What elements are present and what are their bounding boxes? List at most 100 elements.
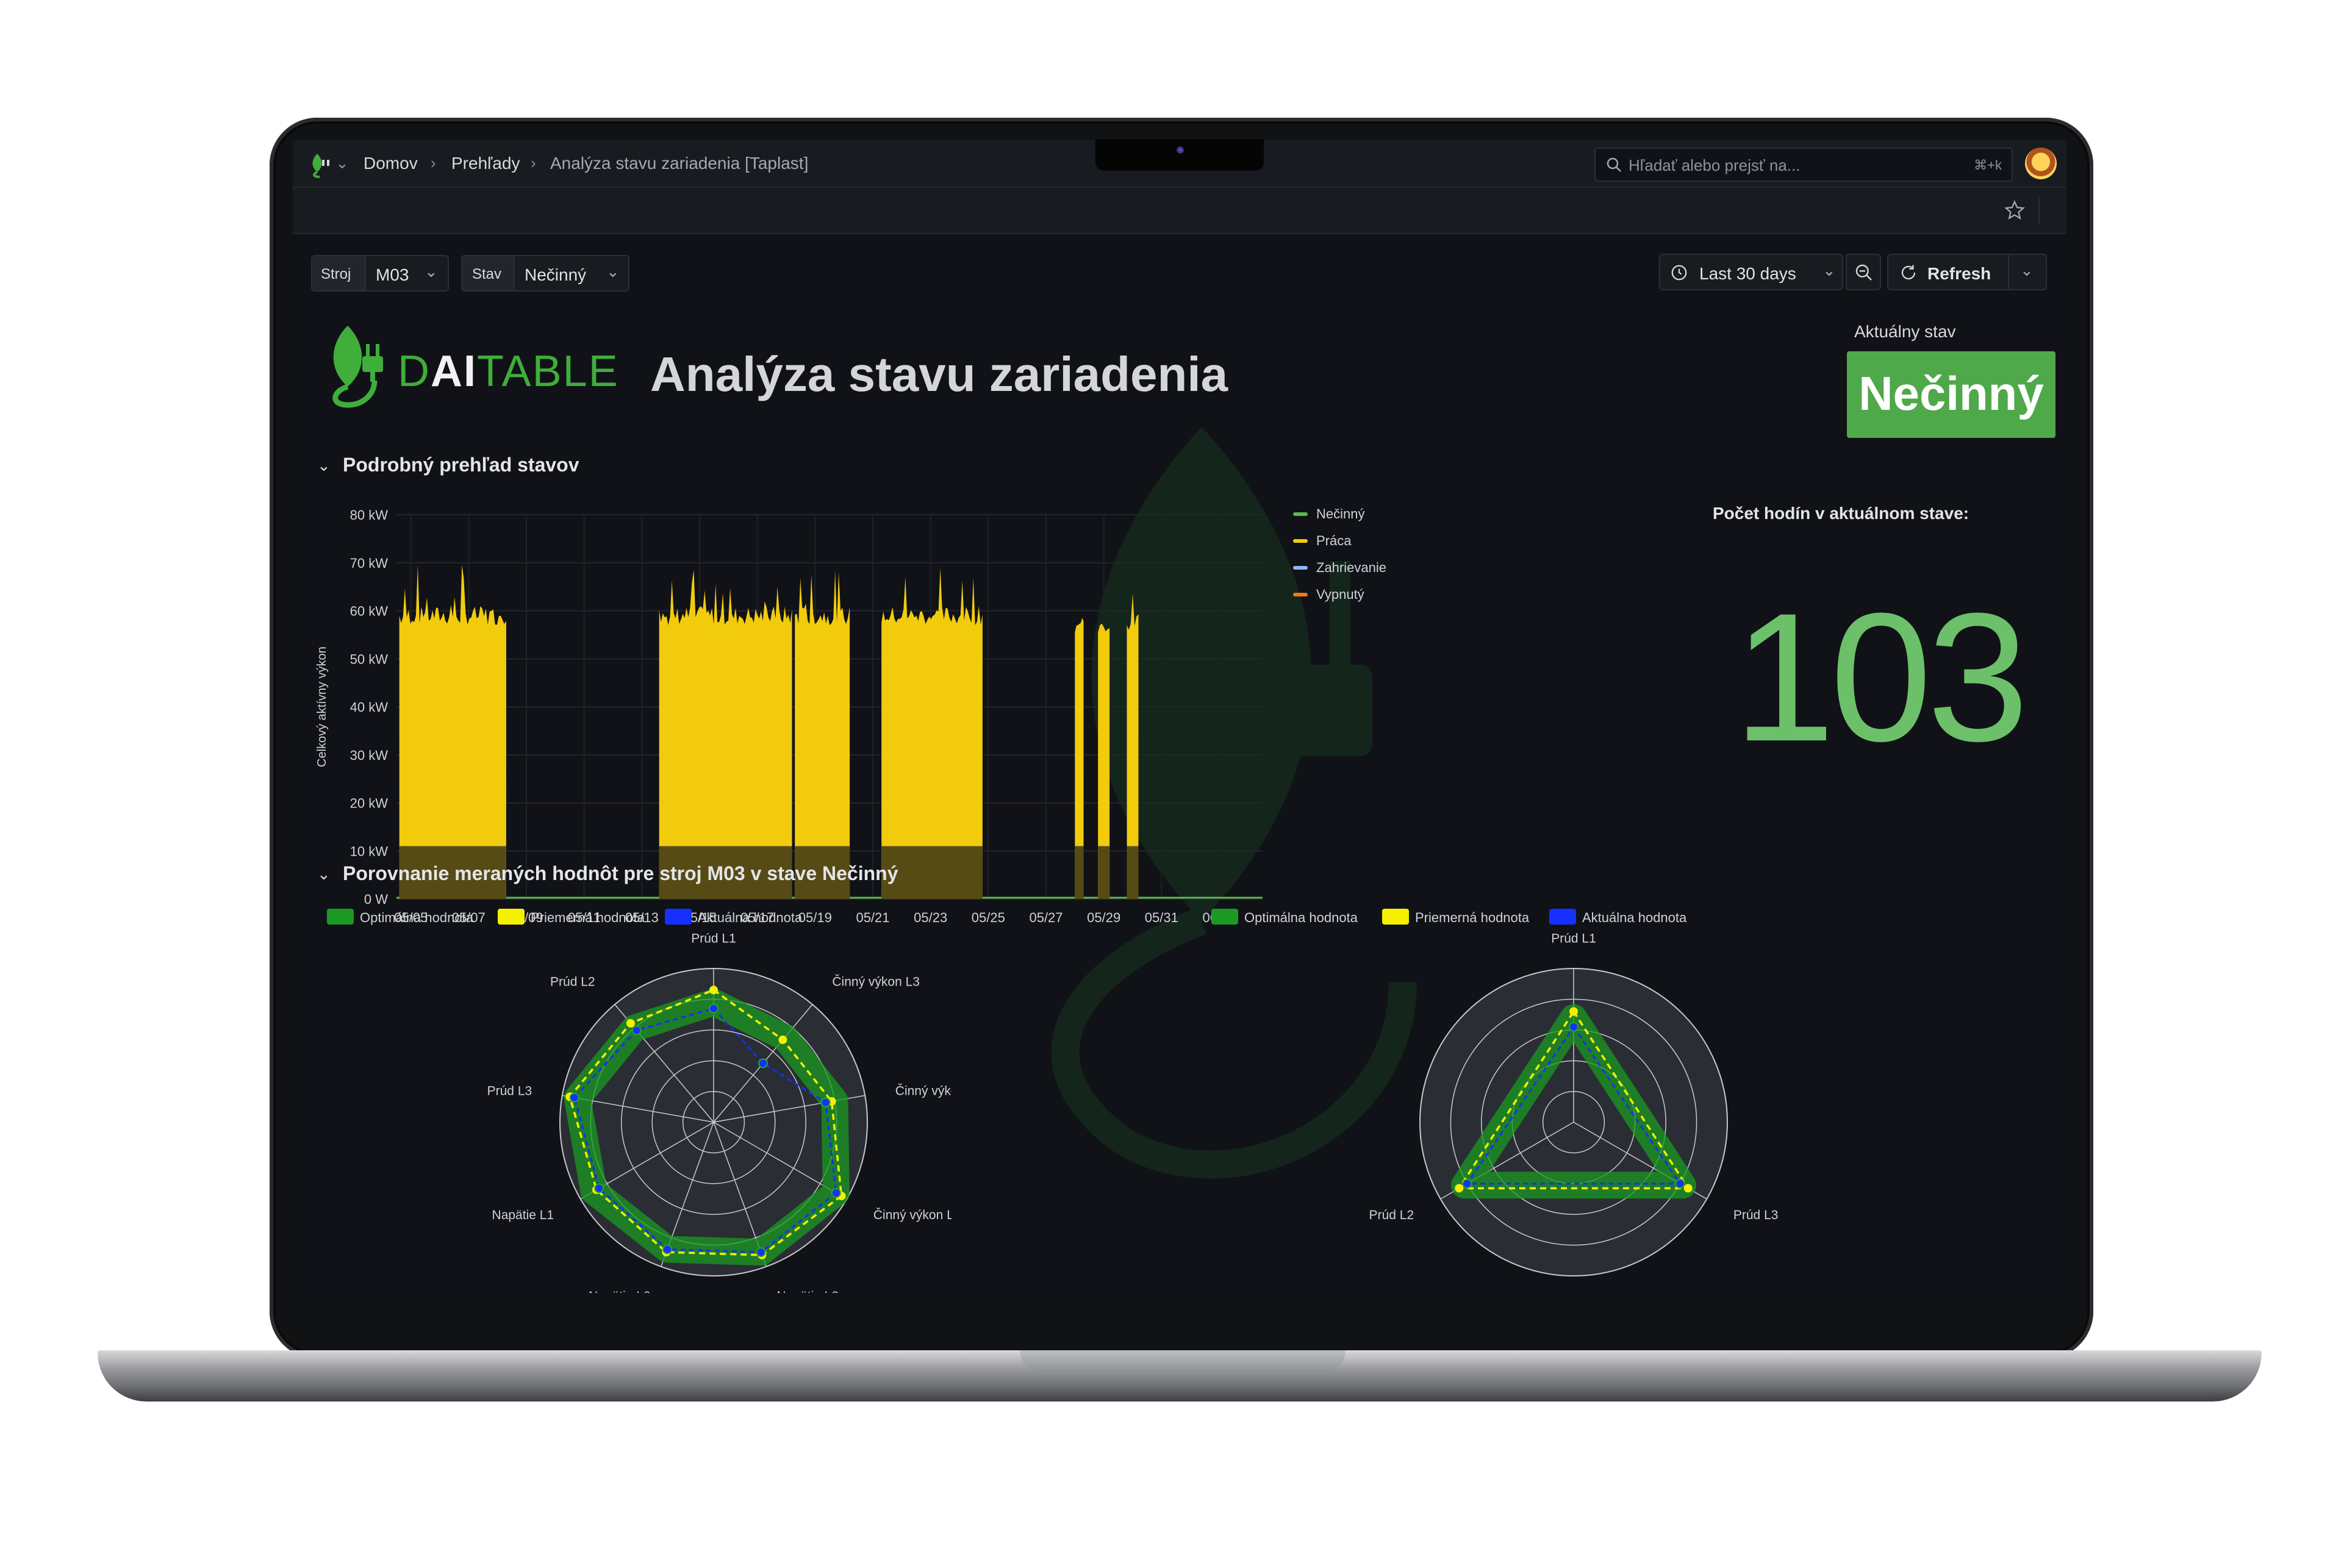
state-variable-value[interactable]: Nečinný	[525, 265, 586, 285]
star-icon[interactable]	[2004, 200, 2025, 221]
legend-average[interactable]: Priemerná hodnota	[531, 910, 645, 926]
machine-variable[interactable]: Stroj M03 ⌄	[311, 255, 449, 292]
y-tick-label: 80 kW	[350, 507, 389, 523]
radar-axis-label: Prúd L1	[691, 933, 736, 946]
series-praca-base-band	[1127, 846, 1139, 899]
app-logo-icon[interactable]	[306, 151, 333, 178]
y-tick-label: 60 kW	[350, 604, 389, 619]
legend-swatch-average	[1382, 909, 1409, 925]
time-range-label[interactable]: Last 30 days	[1699, 264, 1796, 284]
legend-optimal[interactable]: Optimálna hodnota	[360, 910, 473, 926]
legend-actual[interactable]: Aktuálna hodnota	[698, 910, 802, 926]
chevron-down-icon[interactable]: ⌄	[606, 262, 620, 281]
breadcrumb-section[interactable]: Prehľady	[451, 154, 520, 173]
chevron-down-icon[interactable]: ⌄	[335, 154, 349, 173]
radar-axis-label: Činný výkon L2	[895, 1084, 951, 1098]
chevron-down-icon[interactable]: ⌄	[317, 865, 331, 884]
machine-variable-label-box: Stroj	[312, 256, 366, 290]
legend-swatch-actual	[1549, 909, 1576, 925]
radar-axis-label: Prúd L2	[550, 975, 595, 989]
radar-chart-left: Prúd L1 Činný výkon L3 Činný výkon L2 Činný…	[487, 933, 951, 1293]
radar-point-actual	[756, 1247, 766, 1258]
legend-label[interactable]: Práca	[1316, 533, 1352, 548]
search-placeholder[interactable]: Hľadať alebo prejsť na...	[1629, 156, 1800, 175]
machine-variable-value[interactable]: M03	[376, 265, 409, 285]
radar-point-actual	[662, 1244, 673, 1255]
radar-point-actual	[569, 1092, 579, 1103]
radar-point-average	[1683, 1184, 1693, 1193]
screen: ⌄ Domov › Prehľady › Analýza stavu zaria…	[293, 140, 2066, 1296]
radar-axis-label: Prúd L3	[1733, 1208, 1779, 1222]
series-praca-base-band	[1075, 846, 1084, 899]
legend-swatch	[1293, 539, 1308, 543]
radar-axis-label: Napätie L3	[776, 1289, 839, 1293]
breadcrumb-page: Analýza stavu zariadenia [Taplast]	[550, 154, 809, 173]
radar-point-average	[709, 986, 718, 995]
legend-swatch-optimal	[1211, 909, 1238, 925]
radar-point-average	[778, 1035, 787, 1044]
radar-axis-label: Napätie L2	[589, 1289, 651, 1293]
chevron-down-icon[interactable]: ⌄	[1822, 261, 1836, 280]
refresh-button[interactable]: Refresh ⌄	[1887, 254, 2047, 290]
legend-swatch-optimal	[327, 909, 354, 925]
legend-swatch	[1293, 593, 1308, 596]
radar-axis-label: Napätie L1	[492, 1208, 554, 1222]
legend-swatch-actual	[665, 909, 692, 925]
x-tick-label: 05/27	[1029, 910, 1063, 925]
logo-ai: AI	[431, 347, 477, 396]
time-range-picker[interactable]: Last 30 days ⌄	[1659, 254, 1843, 290]
radar-axis-label: Činný výkon L1	[873, 1208, 951, 1222]
chevron-right-icon: ›	[531, 154, 536, 172]
state-variable[interactable]: Stav Nečinný ⌄	[461, 255, 629, 292]
chevron-down-icon[interactable]: ⌄	[2020, 261, 2034, 280]
y-axis-label: Celkový aktívny výkon	[315, 646, 329, 767]
y-tick-label: 0 W	[364, 892, 388, 907]
chevron-right-icon: ›	[431, 154, 436, 172]
breadcrumb-home[interactable]: Domov	[364, 154, 418, 173]
section-compare-title[interactable]: Porovnanie meraných hodnôt pre stroj M03…	[343, 862, 898, 885]
legend-optimal[interactable]: Optimálna hodnota	[1244, 910, 1358, 926]
search-bar[interactable]: Hľadať alebo prejsť na... ⌘+k	[1594, 148, 2013, 182]
series-praca-base-band	[1098, 846, 1110, 899]
radar-point-average	[1569, 1007, 1578, 1016]
y-tick-label: 20 kW	[350, 796, 389, 811]
legend-actual[interactable]: Aktuálna hodnota	[1582, 910, 1686, 926]
y-tick-label: 50 kW	[350, 651, 389, 667]
legend-label[interactable]: Nečinný	[1316, 506, 1364, 521]
dashboard-title: Analýza stavu zariadenia	[650, 347, 1228, 401]
legend-average[interactable]: Priemerná hodnota	[1415, 910, 1529, 926]
radar-point-average	[626, 1018, 635, 1028]
chevron-down-icon[interactable]: ⌄	[425, 262, 438, 281]
refresh-icon	[1901, 265, 1916, 280]
radar-point-actual	[709, 1003, 719, 1014]
radar-point-actual	[820, 1097, 831, 1108]
y-tick-label: 70 kW	[350, 556, 389, 571]
refresh-label[interactable]: Refresh	[1927, 264, 1991, 284]
state-variable-label: Stav	[472, 266, 502, 282]
legend-label[interactable]: Vypnutý	[1316, 587, 1364, 602]
radar-point-actual	[594, 1183, 604, 1194]
machine-variable-label: Stroj	[321, 266, 351, 282]
x-tick-label: 05/29	[1087, 910, 1120, 925]
radar-axis-label: Činný výkon L3	[832, 975, 920, 989]
radar-point-average	[1455, 1184, 1464, 1193]
zoom-out-button[interactable]	[1846, 254, 1881, 290]
hours-panel-title: Počet hodín v aktuálnom stave:	[1713, 504, 1969, 523]
current-state-badge: Nečinný	[1847, 351, 2055, 438]
radar-point-actual	[1462, 1178, 1472, 1189]
radar-axis-label: Prúd L3	[487, 1084, 532, 1098]
chevron-down-icon[interactable]: ⌄	[317, 456, 331, 475]
clock-icon	[1671, 265, 1687, 281]
avatar[interactable]	[2025, 148, 2057, 179]
section-detail-title[interactable]: Podrobný prehľad stavov	[343, 454, 579, 476]
legend-swatch	[1293, 512, 1308, 516]
hours-panel-value: 103	[1733, 575, 2029, 779]
daitable-logo-text: DAITABLE	[398, 346, 619, 396]
search-shortcut: ⌘+k	[1974, 157, 2002, 173]
radar-point-actual	[1569, 1022, 1579, 1032]
legend-label[interactable]: Zahrievanie	[1316, 560, 1386, 575]
sub-bar	[293, 188, 2066, 234]
radar-point-actual	[831, 1187, 841, 1198]
zoom-out-icon	[1855, 264, 1872, 281]
logo-table: TABLE	[477, 347, 619, 396]
